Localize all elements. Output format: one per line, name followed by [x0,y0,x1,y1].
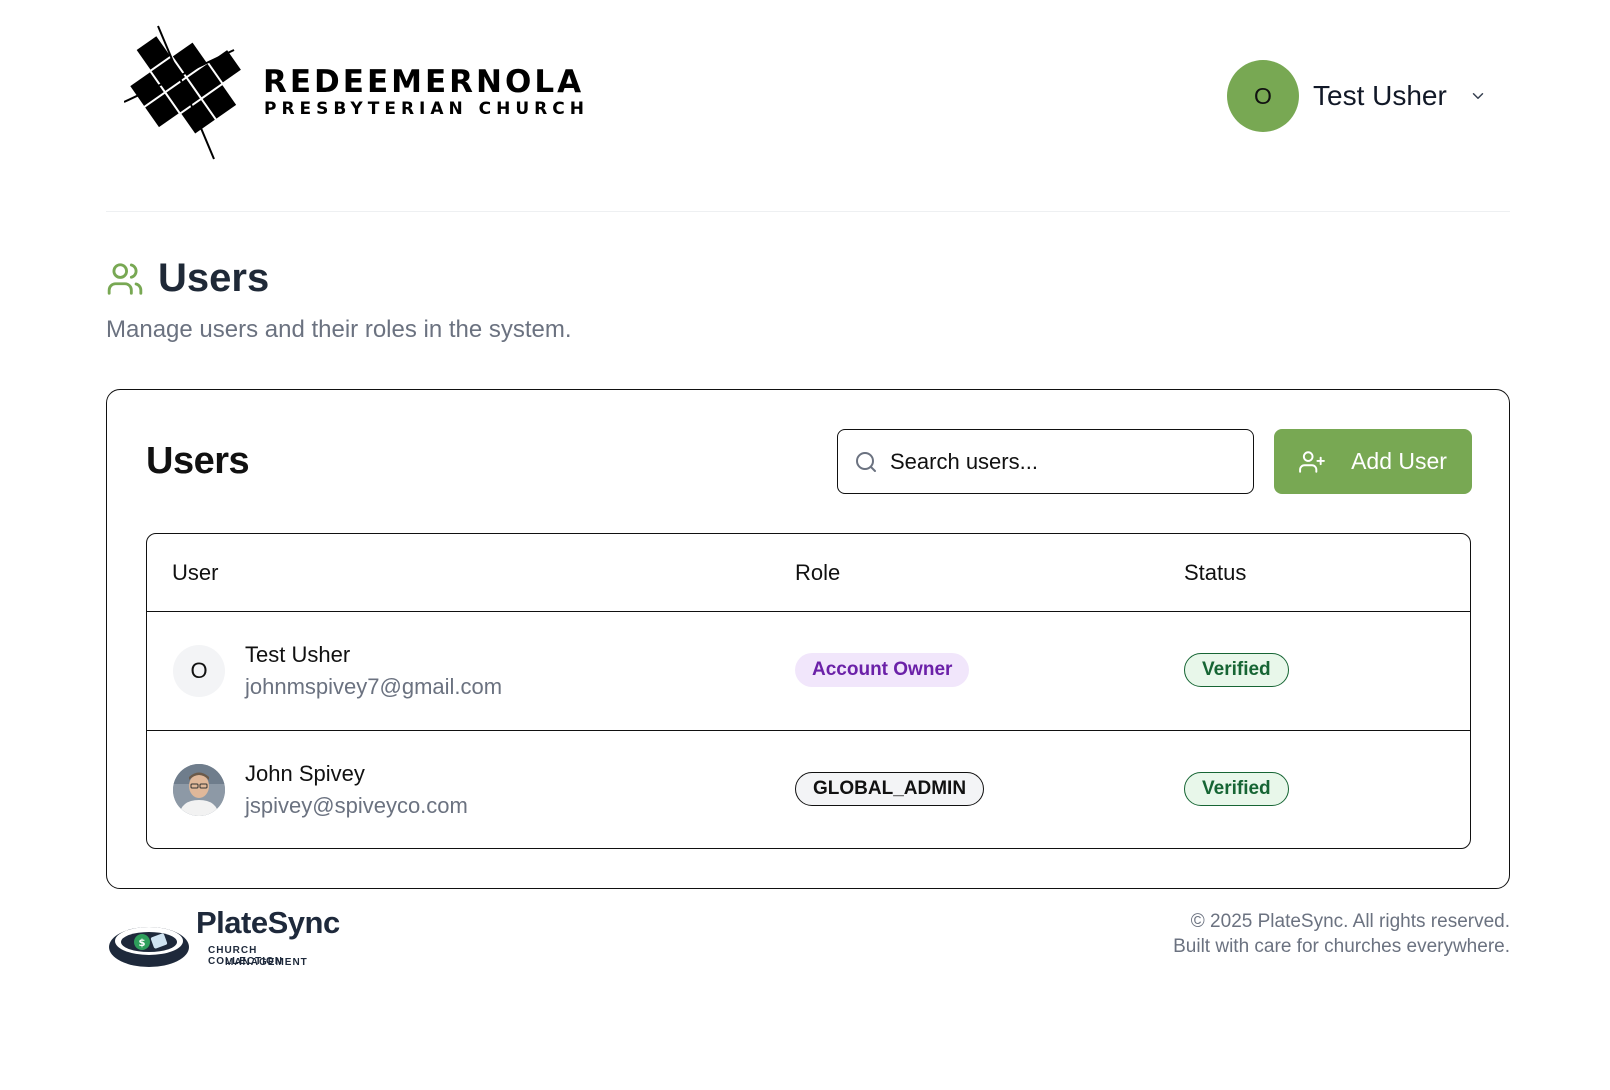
add-user-button[interactable]: Add User [1274,429,1472,494]
page-header: Users [106,256,269,301]
person-photo-icon [173,764,225,816]
chevron-down-icon [1472,93,1484,99]
logo-title: REDEEMERNOLA [263,64,585,100]
users-card: Users Add User User Role Status O Test U… [106,389,1510,889]
column-header-role: Role [795,560,841,585]
user-avatar: O [1227,60,1299,132]
search-input[interactable] [890,448,1230,475]
status-badge: Verified [1184,653,1289,687]
collection-plate-icon: $ [109,927,189,967]
header: REDEEMERNOLA PRESBYTERIAN CHURCH O Test … [106,0,1510,212]
add-user-label: Add User [1351,448,1447,474]
status-badge: Verified [1184,772,1289,806]
search-box[interactable] [837,429,1254,494]
user-email: johnmspivey7@gmail.com [245,674,503,699]
users-table: User Role Status O Test Usher johnmspive… [146,533,1471,849]
logo-subtitle: PRESBYTERIAN CHURCH [264,99,589,119]
user-avatar-photo [173,764,225,816]
search-icon [856,451,876,472]
platesync-brand: PlateSync [196,905,340,940]
footer-tagline: Built with care for churches everywhere. [1173,936,1510,957]
church-logo[interactable]: REDEEMERNOLA PRESBYTERIAN CHURCH [124,24,584,169]
table-row[interactable]: John Spivey jspivey@spiveyco.com GLOBAL_… [147,730,1470,848]
role-badge: GLOBAL_ADMIN [795,772,985,806]
page-subtitle: Manage users and their roles in the syst… [106,316,572,343]
role-badge: Account Owner [795,653,970,687]
platesync-tagline-2: MANAGEMENT [225,957,308,968]
church-logo-mark-icon [124,25,241,160]
table-header: User Role Status [147,534,1470,612]
column-header-status: Status [1184,560,1247,585]
user-plus-icon [1299,450,1325,473]
column-header-user: User [172,560,219,585]
copyright-text: © 2025 PlateSync. All rights reserved. [1190,911,1510,932]
users-icon [107,262,143,295]
user-email: jspivey@spiveyco.com [245,793,468,818]
user-name: Test Usher [245,642,351,667]
table-row[interactable]: O Test Usher johnmspivey7@gmail.com Acco… [147,612,1470,730]
platesync-logo[interactable]: $ PlateSync CHURCH COLLECTION MANAGEMENT [106,905,340,975]
user-name: John Spivey [245,761,365,786]
page-title: Users [158,256,270,300]
user-avatar: O [173,645,225,697]
card-title: Users [146,440,250,482]
user-name: Test Usher [1313,80,1447,111]
user-menu[interactable]: O Test Usher [1227,60,1487,132]
svg-text:$: $ [139,938,146,949]
